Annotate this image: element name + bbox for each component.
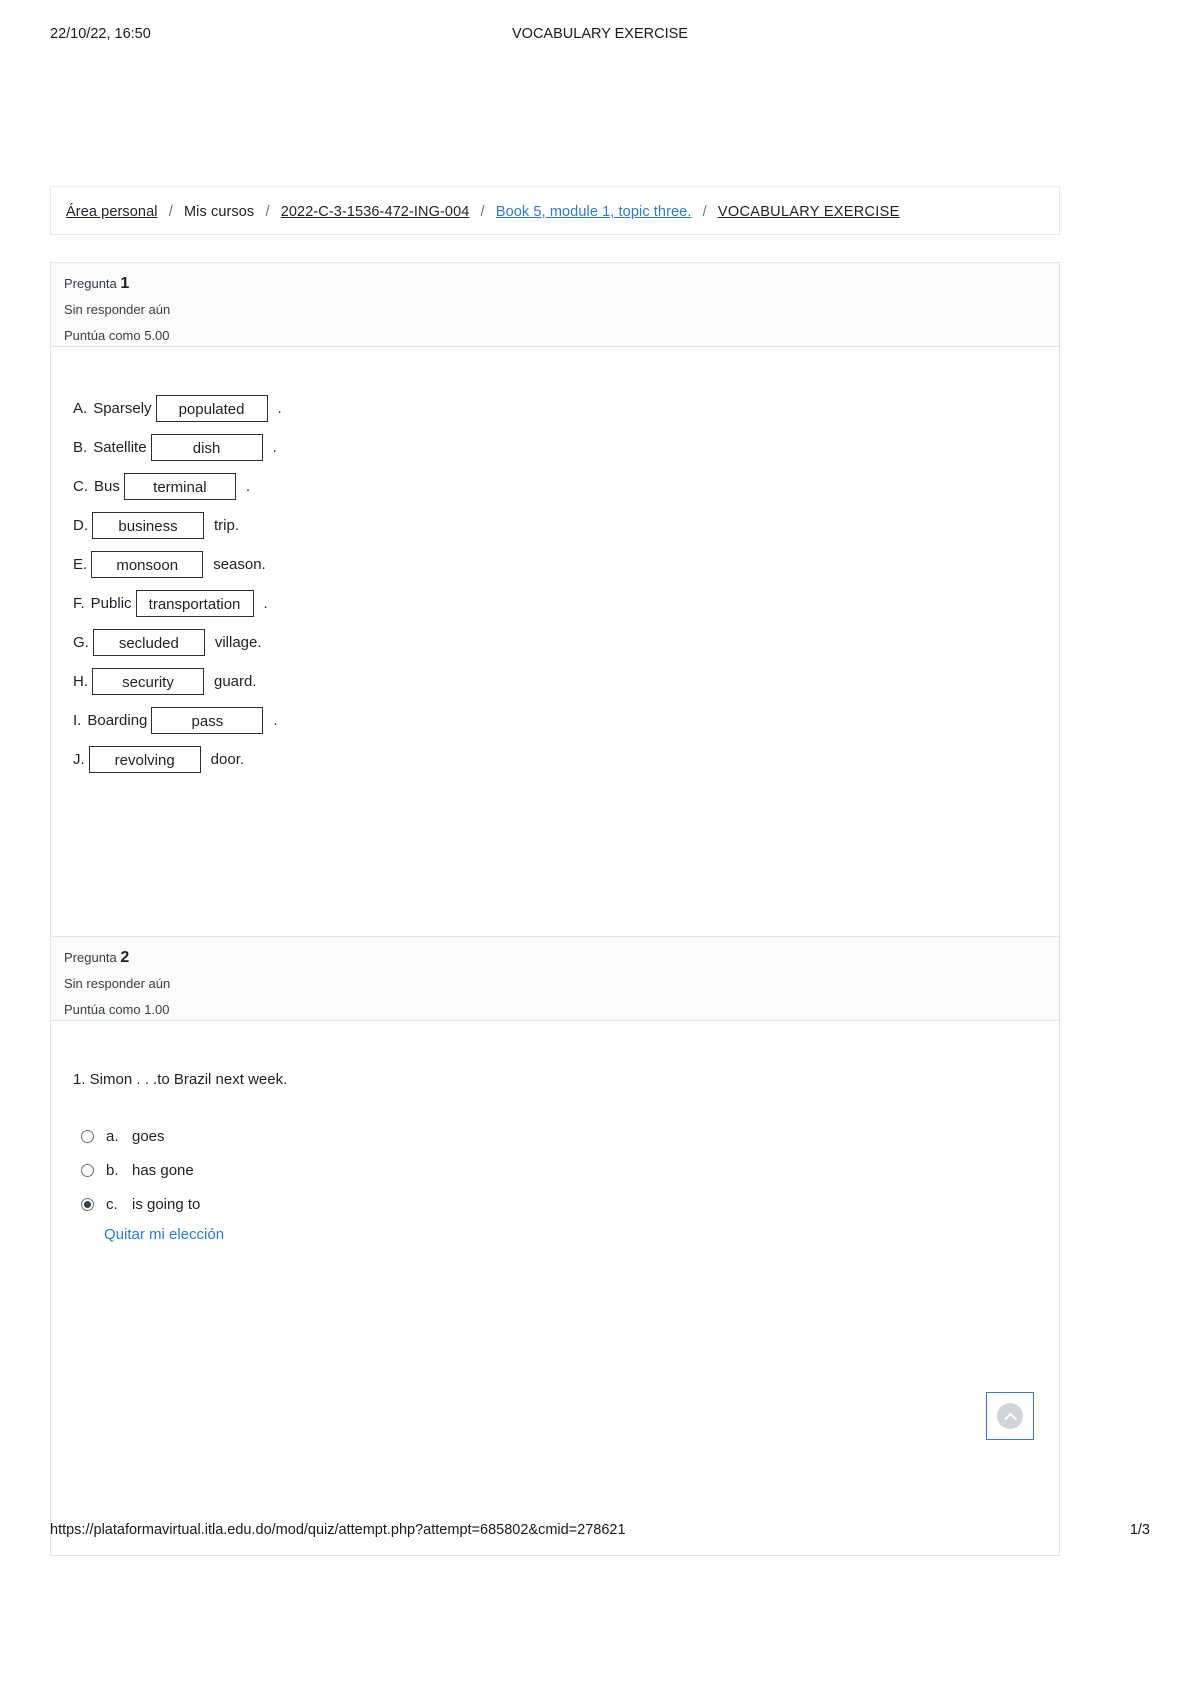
gapfill-input[interactable]: security xyxy=(92,668,204,695)
gapfill-row: D. business trip. xyxy=(73,506,282,545)
gapfill-input[interactable]: terminal xyxy=(123,473,236,500)
question-1-number-label: Pregunta xyxy=(64,276,117,291)
question-1-info: Pregunta 1 Sin responder aún Puntúa como… xyxy=(51,263,1059,347)
option-c-letter: c. xyxy=(106,1195,118,1213)
question-1-grade: Puntúa como 5.00 xyxy=(64,328,170,343)
back-to-top-button[interactable] xyxy=(986,1392,1034,1440)
option-a-label: goes xyxy=(132,1127,165,1145)
gapfill-input[interactable]: secluded xyxy=(92,629,205,656)
breadcrumb-separator: / xyxy=(168,204,173,220)
gapfill-input[interactable]: revolving xyxy=(88,746,201,773)
gapfill-letter: F. xyxy=(73,595,85,612)
gapfill-tail-text: door. xyxy=(210,751,245,768)
gapfill-tail-text: guard. xyxy=(214,673,257,690)
gapfill-letter: H. xyxy=(73,673,88,690)
chevron-up-icon xyxy=(997,1403,1023,1429)
radio-button-a[interactable] xyxy=(81,1129,94,1143)
breadcrumb-separator: / xyxy=(702,204,707,220)
gapfill-list: A. Sparsely populated . B. Satellite dis… xyxy=(73,389,282,779)
option-c[interactable]: c. is going to xyxy=(81,1187,200,1221)
question-2-state: Sin responder aún xyxy=(64,976,171,991)
gapfill-letter: J. xyxy=(73,751,85,768)
gapfill-letter: B. xyxy=(73,439,88,456)
clear-choice-link[interactable]: Quitar mi elección xyxy=(104,1226,224,1243)
gapfill-lead-text: Boarding xyxy=(87,712,148,729)
gapfill-input[interactable]: monsoon xyxy=(91,551,204,578)
question-2-stem: 1. Simon . . .to Brazil next week. xyxy=(73,1071,288,1088)
gapfill-letter: G. xyxy=(73,634,89,651)
print-title: VOCABULARY EXERCISE xyxy=(512,26,688,42)
option-c-label: is going to xyxy=(132,1195,201,1213)
gapfill-tail-text: . xyxy=(263,595,268,612)
gapfill-input[interactable]: pass xyxy=(151,707,264,734)
gapfill-row: J. revolving door. xyxy=(73,740,282,779)
gapfill-tail-text: trip. xyxy=(214,517,240,534)
gapfill-input[interactable]: transportation xyxy=(135,590,254,617)
gapfill-row: B. Satellite dish . xyxy=(73,428,282,467)
gapfill-tail-text: village. xyxy=(214,634,262,651)
gapfill-tail-text: . xyxy=(272,439,277,456)
question-block-1: Pregunta 1 Sin responder aún Puntúa como… xyxy=(50,262,1060,938)
gapfill-input[interactable]: populated xyxy=(155,395,268,422)
gapfill-input[interactable]: business xyxy=(92,512,204,539)
gapfill-letter: C. xyxy=(73,478,88,495)
gapfill-tail-text: . xyxy=(273,712,278,729)
question-1-number: Pregunta 1 xyxy=(64,275,1059,292)
question-2-info: Pregunta 2 Sin responder aún Puntúa como… xyxy=(51,937,1059,1021)
option-a-letter: a. xyxy=(106,1127,119,1145)
breadcrumb-separator: / xyxy=(265,204,270,220)
gapfill-row: F. Public transportation . xyxy=(73,584,282,623)
gapfill-lead-text: Sparsely xyxy=(93,400,152,417)
option-a[interactable]: a. goes xyxy=(81,1119,200,1153)
gapfill-row: A. Sparsely populated . xyxy=(73,389,282,428)
print-footer-url: https://plataformavirtual.itla.edu.do/mo… xyxy=(50,1522,626,1538)
gapfill-row: G. secluded village. xyxy=(73,623,282,662)
question-1-state: Sin responder aún xyxy=(64,302,171,317)
gapfill-row: H. security guard. xyxy=(73,662,282,701)
breadcrumb: Área personal / Mis cursos / 2022-C-3-15… xyxy=(66,204,900,220)
breadcrumb-item-mis-cursos[interactable]: Mis cursos xyxy=(184,204,254,220)
printed-quiz-page: 22/10/22, 16:50 VOCABULARY EXERCISE Área… xyxy=(0,0,1200,1698)
question-2-number: Pregunta 2 xyxy=(64,949,1059,966)
gapfill-letter: A. xyxy=(73,400,88,417)
multichoice-options: a. goes b. has gone c. is going to xyxy=(81,1119,200,1221)
breadcrumb-card: Área personal / Mis cursos / 2022-C-3-15… xyxy=(50,186,1060,235)
gapfill-lead-text: Satellite xyxy=(93,439,147,456)
gapfill-tail-text: . xyxy=(277,400,282,417)
question-block-2: Pregunta 2 Sin responder aún Puntúa como… xyxy=(50,936,1060,1556)
print-footer-page-number: 1/3 xyxy=(1129,1522,1150,1538)
gapfill-tail-text: . xyxy=(245,478,251,495)
option-b-letter: b. xyxy=(106,1161,119,1179)
gapfill-row: C. Bus terminal . xyxy=(73,467,282,506)
print-footer: https://plataformavirtual.itla.edu.do/mo… xyxy=(0,1522,1200,1542)
gapfill-lead-text: Bus xyxy=(94,478,120,495)
breadcrumb-item-course-code[interactable]: 2022-C-3-1536-472-ING-004 xyxy=(281,204,470,220)
breadcrumb-item-topic[interactable]: Book 5, module 1, topic three. xyxy=(496,204,692,220)
radio-button-c[interactable] xyxy=(81,1197,94,1211)
option-b-label: has gone xyxy=(132,1161,194,1179)
gapfill-tail-text: season. xyxy=(213,556,266,573)
gapfill-lead-text: Public xyxy=(90,595,132,612)
breadcrumb-item-area-personal[interactable]: Área personal xyxy=(66,204,158,220)
question-2-grade: Puntúa como 1.00 xyxy=(64,1002,170,1017)
option-b[interactable]: b. has gone xyxy=(81,1153,200,1187)
question-1-number-value: 1 xyxy=(120,275,130,292)
question-2-number-value: 2 xyxy=(120,949,130,966)
gapfill-row: E. monsoon season. xyxy=(73,545,282,584)
gapfill-input[interactable]: dish xyxy=(150,434,263,461)
radio-button-b[interactable] xyxy=(81,1163,94,1177)
print-header: 22/10/22, 16:50 VOCABULARY EXERCISE xyxy=(0,26,1200,46)
gapfill-letter: E. xyxy=(73,556,88,573)
question-2-number-label: Pregunta xyxy=(64,950,117,965)
breadcrumb-separator: / xyxy=(480,204,485,220)
breadcrumb-item-current: VOCABULARY EXERCISE xyxy=(717,204,900,220)
gapfill-letter: I. xyxy=(73,712,82,729)
gapfill-letter: D. xyxy=(73,517,88,534)
gapfill-row: I. Boarding pass . xyxy=(73,701,282,740)
